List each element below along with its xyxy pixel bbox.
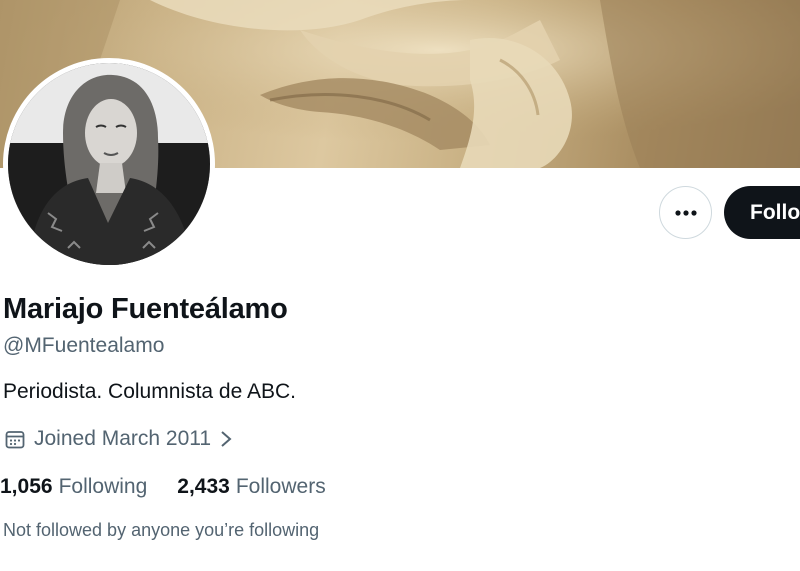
- followers-label: Followers: [235, 475, 326, 498]
- following-stat[interactable]: 1,056 Following: [0, 475, 147, 499]
- mutual-followers-note: Not followed by anyone you’re following: [3, 520, 320, 540]
- follow-stats: 1,056 Following 2,433 Followers: [0, 475, 326, 499]
- following-label: Following: [58, 475, 148, 498]
- profile-avatar[interactable]: [3, 58, 215, 270]
- more-options-button[interactable]: [659, 186, 712, 239]
- joined-label: Joined March 2011: [34, 427, 212, 450]
- profile-name: Mariajo Fuenteálamo: [3, 293, 288, 325]
- following-count: 1,056: [0, 475, 53, 498]
- follow-button[interactable]: Follo: [724, 186, 800, 239]
- joined-date[interactable]: Joined March 2011: [4, 427, 233, 451]
- followers-count: 2,433: [177, 475, 230, 498]
- followers-stat[interactable]: 2,433 Followers: [177, 475, 325, 499]
- profile-bio: Periodista. Columnista de ABC.: [3, 380, 296, 403]
- profile-handle: @MFuentealamo: [3, 334, 165, 357]
- more-horizontal-icon: [674, 209, 697, 216]
- chevron-right-icon: [219, 429, 233, 449]
- avatar-photo: [8, 63, 210, 265]
- calendar-icon: [4, 428, 26, 450]
